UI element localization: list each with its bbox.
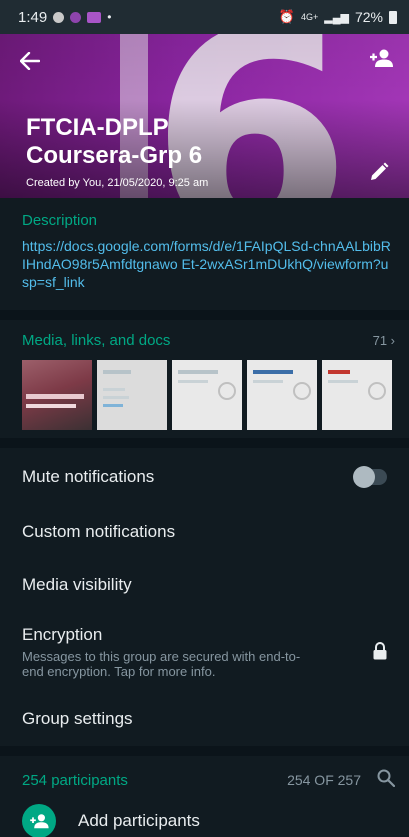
participants-label: 254 participants xyxy=(22,771,128,789)
mute-toggle[interactable] xyxy=(353,466,387,488)
media-thumbnail[interactable] xyxy=(172,360,242,430)
app-notification-icon xyxy=(53,11,65,23)
lock-icon xyxy=(373,642,387,665)
encryption-label: Encryption xyxy=(22,625,103,644)
divider xyxy=(0,438,409,448)
group-settings-label: Group settings xyxy=(22,709,133,728)
group-name-line-1: FTCIA-DPLP xyxy=(26,114,169,141)
media-header[interactable]: Media, links, and docs 71 › xyxy=(0,320,409,360)
media-visibility-row[interactable]: Media visibility xyxy=(0,558,409,612)
app-notification-icon-3 xyxy=(87,11,102,23)
description-label: Description xyxy=(22,212,98,229)
group-name: FTCIA-DPLP Coursera-Grp 6 xyxy=(26,114,202,170)
custom-notifications-row[interactable]: Custom notifications xyxy=(0,506,409,558)
group-name-line-2: Coursera-Grp 6 xyxy=(26,142,203,169)
media-thumbnail[interactable] xyxy=(247,360,317,430)
more-notifications-dot-icon: • xyxy=(107,10,112,24)
status-time: 1:49 xyxy=(18,8,48,26)
custom-notifications-label: Custom notifications xyxy=(22,522,176,541)
back-arrow-icon[interactable] xyxy=(19,50,41,76)
description-link[interactable]: https://docs.google.com/forms/d/e/1FAIpQ… xyxy=(22,237,391,291)
settings-section: Mute notifications Custom notifications … xyxy=(0,448,409,746)
battery-percent: 72% xyxy=(354,9,383,25)
media-thumbnail[interactable] xyxy=(22,360,92,430)
alarm-icon: ⏰ xyxy=(278,9,295,24)
divider xyxy=(0,310,409,320)
add-participants-icon[interactable] xyxy=(22,804,56,837)
mute-notifications-row[interactable]: Mute notifications xyxy=(0,448,409,506)
add-participant-icon[interactable] xyxy=(369,48,393,73)
network-type: 4G+ xyxy=(300,12,319,22)
edit-pencil-icon[interactable] xyxy=(369,162,389,187)
battery-icon xyxy=(389,10,397,24)
media-visibility-label: Media visibility xyxy=(22,575,132,594)
media-count[interactable]: 71 › xyxy=(373,333,395,348)
status-bar: 1:49 • ⏰ 4G+ ▂▄▆ 72% xyxy=(0,0,409,34)
media-thumbnail[interactable] xyxy=(97,360,167,430)
media-thumbnail[interactable] xyxy=(322,360,392,430)
add-participants-label: Add participants xyxy=(78,811,200,830)
media-label: Media, links, and docs xyxy=(22,331,171,349)
group-header: 6 FTCIA-DPLP Coursera-Grp 6 Created by Y… xyxy=(0,34,409,198)
search-icon[interactable] xyxy=(377,769,396,792)
group-settings-row[interactable]: Group settings xyxy=(0,692,409,746)
signal-icon: ▂▄▆ xyxy=(324,11,349,24)
add-participants-row[interactable]: Add participants xyxy=(0,804,409,837)
divider xyxy=(0,746,409,756)
mute-notifications-label: Mute notifications xyxy=(22,467,155,486)
media-section: Media, links, and docs 71 › xyxy=(0,320,409,438)
participants-header: 254 participants 254 OF 257 xyxy=(0,756,409,804)
participants-section: 254 participants 254 OF 257 Add particip… xyxy=(0,756,409,837)
media-thumbnails xyxy=(0,360,409,430)
toggle-knob xyxy=(353,466,375,488)
encryption-description: Messages to this group are secured with … xyxy=(22,649,301,679)
app-notification-icon-2 xyxy=(70,11,82,23)
created-by-text: Created by You, 21/05/2020, 9:25 am xyxy=(26,177,209,189)
encryption-row[interactable]: Encryption Messages to this group are se… xyxy=(0,612,409,692)
participants-count: 254 OF 257 xyxy=(287,772,361,788)
description-section[interactable]: Description https://docs.google.com/form… xyxy=(0,198,409,310)
